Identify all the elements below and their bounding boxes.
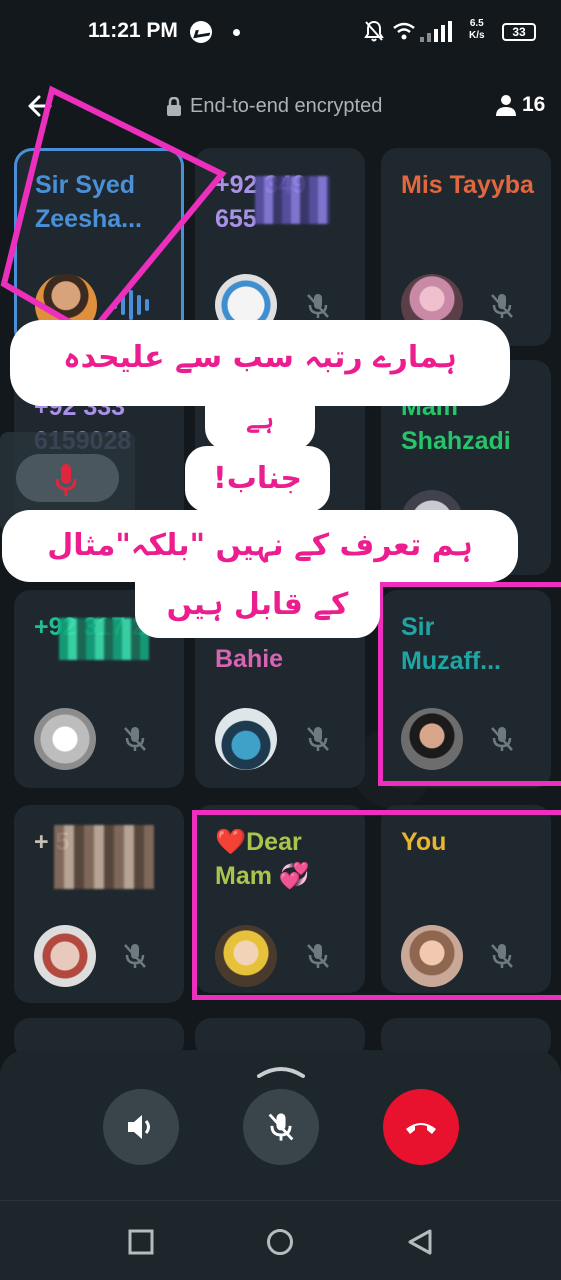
annotation-box: [192, 810, 561, 1000]
participant-name: Mis Tayyba: [401, 171, 534, 199]
home-button[interactable]: [266, 1228, 294, 1256]
redaction: [54, 825, 154, 889]
participant-tile[interactable]: Mis Tayyba: [381, 148, 551, 346]
overlay-text-line5: کے قابل ہیں: [135, 576, 380, 638]
participants-button[interactable]: 16: [494, 93, 545, 117]
messenger-icon: [190, 21, 212, 43]
annotation-box: [378, 582, 561, 786]
mic-off-icon: [491, 294, 513, 318]
avatar: [215, 708, 277, 770]
battery-icon: 33: [502, 23, 536, 41]
network-speed: 6.5 K/s: [469, 18, 485, 42]
recents-button[interactable]: [127, 1228, 155, 1256]
speaker-icon: [128, 1115, 150, 1139]
participant-tile[interactable]: + 5: [14, 805, 184, 1003]
chevron-up-icon[interactable]: [256, 1064, 306, 1078]
person-icon: [496, 95, 516, 116]
signal-icon: [420, 20, 466, 42]
clock: 11:21 PM: [88, 19, 178, 42]
redaction: [255, 176, 330, 224]
mic-off-icon: [124, 727, 146, 751]
mic-off-icon: [307, 727, 329, 751]
avatar: [34, 708, 96, 770]
network-speed-value: 6.5: [469, 18, 484, 29]
back-button[interactable]: [406, 1228, 434, 1256]
overlay-line5: کے قابل ہیں: [166, 587, 349, 622]
wifi-icon: [393, 22, 415, 40]
overlay-line1: ہمارے رتبہ سب سے علیحدہ: [63, 340, 457, 375]
overlay-text-line3: جناب!: [185, 446, 330, 512]
overlay-line3: جناب!: [213, 461, 302, 496]
participant-name: Bahie: [215, 645, 284, 673]
mic-off-icon: [307, 294, 329, 318]
overlay-text-line4: ہم تعرف کے نہیں "بلکہ"مثال: [2, 510, 518, 582]
avatar: [34, 925, 96, 987]
end-call-button[interactable]: [383, 1089, 459, 1165]
end-call-icon: [406, 1123, 436, 1134]
bell-off-icon: [364, 20, 384, 42]
overlay-line2: ہے: [245, 406, 275, 434]
speaker-button[interactable]: [103, 1089, 179, 1165]
mic-off-icon: [268, 1113, 294, 1141]
notification-dot-icon: [233, 29, 240, 36]
overlay-line4: ہم تعرف کے نہیں "بلکہ"مثال: [47, 528, 473, 563]
participant-count: 16: [522, 93, 546, 116]
redaction: [59, 618, 149, 660]
network-speed-unit: K/s: [469, 30, 485, 41]
overlay-text-line1: ہمارے رتبہ سب سے علیحدہ: [10, 320, 510, 406]
mic-off-icon: [124, 944, 146, 968]
status-bar: 11:21 PM 6.5 K/s 33: [0, 0, 561, 62]
mute-button[interactable]: [243, 1089, 319, 1165]
mic-icon: [55, 464, 77, 496]
annotation-triangle: [0, 85, 227, 338]
overlay-text-line2: ہے: [205, 400, 315, 450]
